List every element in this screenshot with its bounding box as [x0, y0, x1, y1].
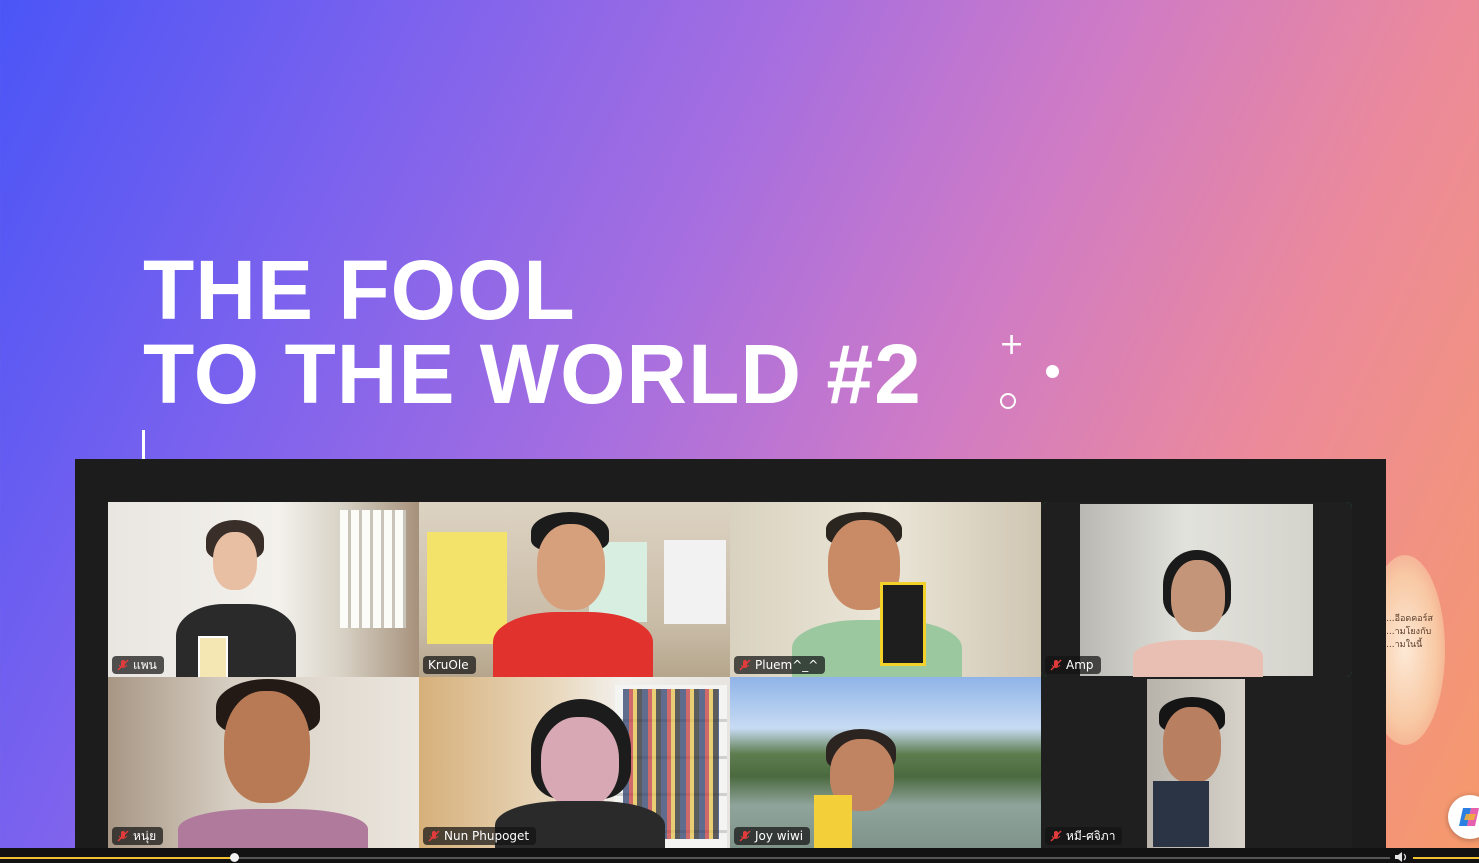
participant-tile[interactable]: Joy wiwi — [730, 677, 1041, 848]
participant-tile[interactable]: Nun Phupoget — [419, 677, 730, 848]
text-cursor-line — [142, 430, 145, 460]
participant-tile[interactable]: Pluem^_^ — [730, 502, 1041, 677]
player-control-bar — [0, 848, 1479, 863]
participant-name-label: Pluem^_^ — [734, 656, 826, 674]
participant-name-label: KruOle — [423, 656, 476, 674]
tarot-card — [814, 795, 852, 848]
progress-scrubber-handle[interactable] — [230, 853, 239, 862]
participant-body — [176, 604, 296, 677]
participant-name: Nun Phupoget — [444, 829, 530, 843]
participant-face — [541, 717, 619, 807]
tarot-card — [198, 636, 228, 677]
participant-tile-active-speaker[interactable]: Amp — [1041, 502, 1352, 677]
plus-decoration-icon: + — [999, 327, 1025, 362]
participant-body — [493, 612, 653, 677]
book-cover — [664, 540, 726, 624]
participant-tile[interactable]: แพน — [108, 502, 419, 677]
mic-muted-icon — [428, 830, 440, 842]
participant-face — [537, 524, 605, 610]
side-card-text-line: ...ามในนี้ — [1386, 640, 1423, 650]
mic-muted-icon — [117, 830, 129, 842]
participant-video-grid: แพน KruOle Pluem^_^ Amp หนุ่ย Nun Phupog… — [108, 502, 1352, 848]
participant-tile[interactable]: หนุ่ย — [108, 677, 419, 848]
participant-name: Joy wiwi — [755, 829, 804, 843]
participant-name: หนุ่ย — [133, 829, 157, 843]
tarot-card — [880, 582, 926, 666]
mic-muted-icon — [117, 659, 129, 671]
participant-name: KruOle — [428, 658, 469, 672]
participant-name: Pluem^_^ — [755, 658, 819, 672]
copilot-icon — [1459, 808, 1479, 826]
slide-title-line1: THE FOOL — [143, 243, 576, 337]
participant-name-label: หนุ่ย — [112, 827, 164, 845]
participant-tile[interactable]: หมี-ศจิภา — [1041, 677, 1352, 848]
progress-fill — [0, 857, 234, 859]
participant-name-label: Nun Phupoget — [423, 827, 537, 845]
side-card-text: ...อีอดคอร์ส ...ามโยงกับ ...ามในนี้ — [1386, 613, 1436, 652]
volume-icon[interactable] — [1394, 851, 1408, 863]
participant-face — [224, 691, 310, 803]
slide-title-line2: TO THE WORLD #2 — [143, 327, 922, 421]
volume-slider[interactable] — [1413, 857, 1479, 859]
side-card-text-line: ...ามโยงกับ — [1386, 627, 1432, 637]
participant-name: หมี-ศจิภา — [1066, 829, 1116, 843]
participant-name: แพน — [133, 658, 157, 672]
participant-name: Amp — [1066, 658, 1094, 672]
book-cover — [427, 532, 507, 644]
ring-decoration-icon — [1000, 393, 1016, 409]
mic-muted-icon — [739, 659, 751, 671]
mic-muted-icon — [1050, 659, 1062, 671]
side-card-text-line: ...อีอดคอร์ส — [1386, 614, 1433, 624]
participant-name-label: แพน — [112, 656, 164, 674]
copilot-button[interactable] — [1448, 795, 1479, 839]
participant-face — [1171, 560, 1225, 632]
mic-muted-icon — [739, 830, 751, 842]
mic-muted-icon — [1050, 830, 1062, 842]
participant-name-label: Amp — [1045, 656, 1101, 674]
window-blinds — [340, 510, 406, 628]
slide-title: THE FOOL TO THE WORLD #2 — [143, 248, 922, 416]
participant-body — [178, 809, 368, 848]
tarot-card — [1153, 781, 1209, 847]
participant-body — [1133, 640, 1263, 677]
dot-decoration-icon — [1046, 365, 1059, 378]
participant-tile[interactable]: KruOle — [419, 502, 730, 677]
participant-name-label: Joy wiwi — [734, 827, 811, 845]
participant-name-label: หมี-ศจิภา — [1045, 827, 1123, 845]
participant-face — [1163, 707, 1221, 783]
participant-face — [213, 532, 257, 590]
